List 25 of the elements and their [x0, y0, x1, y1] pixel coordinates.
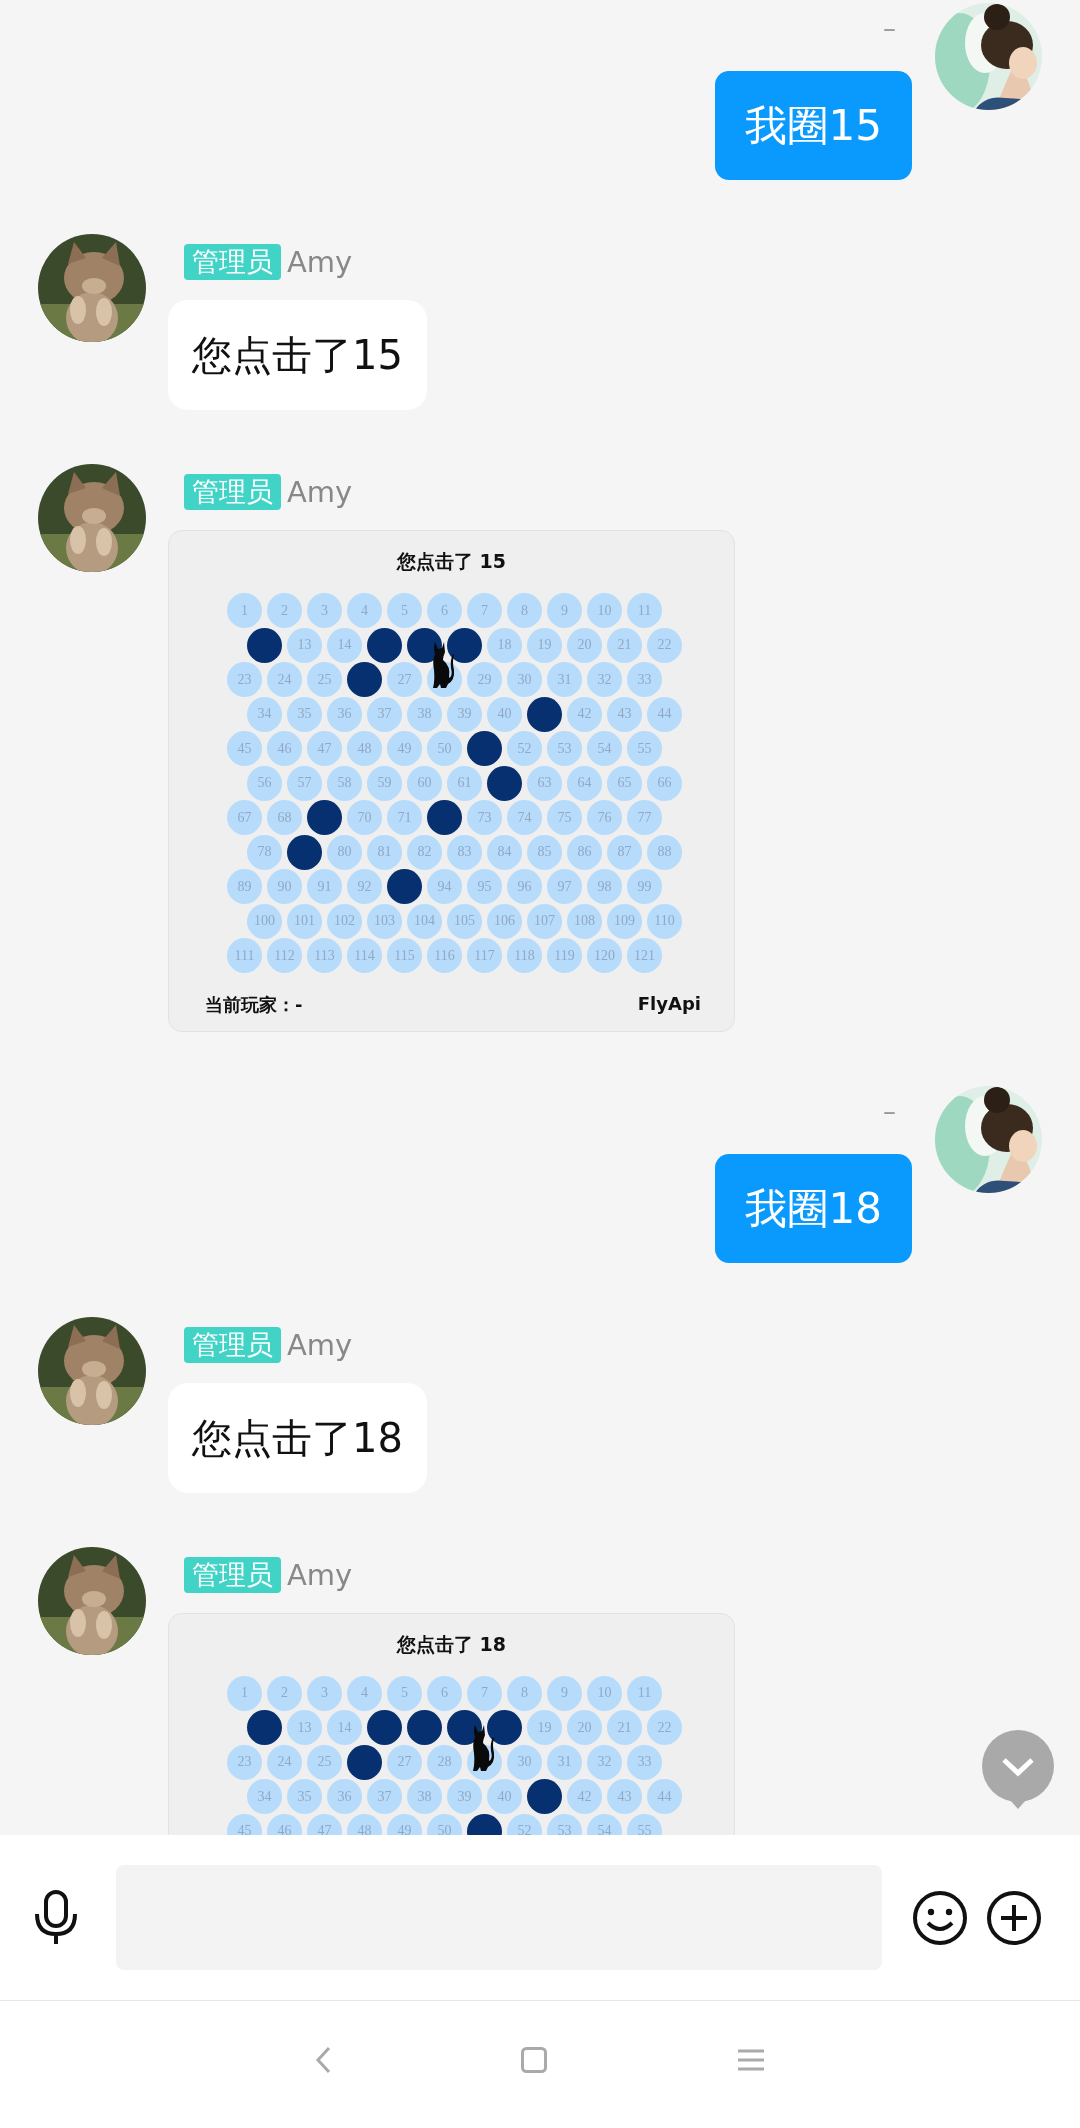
message-bubble: 我圈18: [714, 1153, 912, 1263]
message-bubble: 我圈15: [714, 71, 912, 180]
brand-label: FlyApi: [637, 992, 701, 1016]
sender-name: Amy: [287, 245, 353, 279]
message-bubble: 您点击了15: [168, 300, 427, 410]
menu-icon[interactable]: [737, 2048, 765, 2071]
role-badge: 管理员: [184, 244, 281, 280]
board-title: 您点击了 18: [396, 1631, 507, 1657]
message-bubble: 您点击了18: [168, 1382, 427, 1493]
plus-icon[interactable]: [986, 1889, 1042, 1946]
role-badge: 管理员: [184, 474, 281, 510]
message-status: –: [883, 12, 896, 45]
role-badge: 管理员: [184, 1556, 281, 1593]
microphone-icon[interactable]: [34, 1889, 78, 1946]
back-icon[interactable]: [315, 2045, 331, 2074]
sender-name: Amy: [287, 1327, 353, 1362]
message-status: –: [883, 1094, 896, 1128]
home-icon[interactable]: [521, 2046, 547, 2073]
sender-name: Amy: [287, 1557, 353, 1592]
role-badge: 管理员: [184, 1326, 281, 1363]
board-title: 您点击了 15: [396, 549, 507, 574]
emoji-icon[interactable]: [912, 1889, 968, 1946]
current-player-label: 当前玩家：-: [205, 992, 303, 1017]
scroll-down-button[interactable]: [980, 1728, 1056, 1810]
sender-name: Amy: [287, 475, 353, 509]
